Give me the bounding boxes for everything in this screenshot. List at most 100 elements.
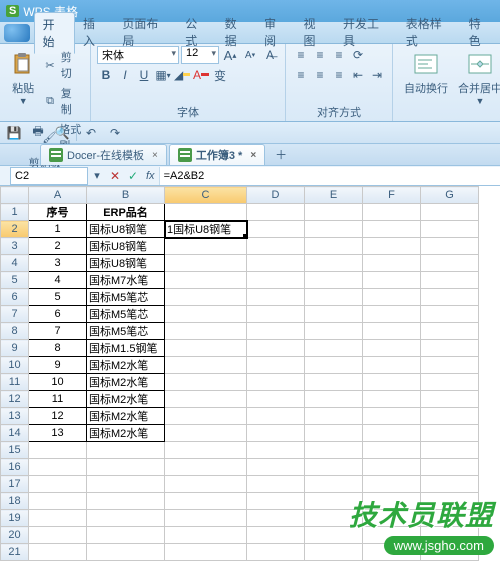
cell[interactable] xyxy=(165,238,247,255)
cell[interactable] xyxy=(165,357,247,374)
bold-button[interactable]: B xyxy=(97,66,115,84)
align-top-button[interactable]: ≡ xyxy=(292,46,310,64)
cell[interactable]: 10 xyxy=(29,374,87,391)
cell[interactable] xyxy=(421,510,479,527)
row-header[interactable]: 7 xyxy=(1,306,29,323)
cell[interactable]: 序号 xyxy=(29,204,87,221)
cell[interactable] xyxy=(363,357,421,374)
cell[interactable] xyxy=(165,459,247,476)
cell[interactable] xyxy=(247,306,305,323)
cell[interactable] xyxy=(363,323,421,340)
cell[interactable]: 11 xyxy=(29,391,87,408)
cell[interactable] xyxy=(87,510,165,527)
column-header-A[interactable]: A xyxy=(29,187,87,204)
cell[interactable] xyxy=(305,527,363,544)
cell[interactable] xyxy=(421,306,479,323)
cell[interactable] xyxy=(363,476,421,493)
cell[interactable] xyxy=(247,459,305,476)
cell[interactable] xyxy=(247,476,305,493)
underline-button[interactable]: U xyxy=(135,66,153,84)
align-right-button[interactable]: ≡ xyxy=(330,66,348,84)
cell[interactable] xyxy=(363,374,421,391)
cell[interactable] xyxy=(305,476,363,493)
cell[interactable] xyxy=(87,527,165,544)
cell[interactable] xyxy=(363,493,421,510)
cell[interactable] xyxy=(305,493,363,510)
cell[interactable] xyxy=(363,255,421,272)
cell[interactable] xyxy=(247,408,305,425)
row-header[interactable]: 21 xyxy=(1,544,29,561)
cell[interactable] xyxy=(87,459,165,476)
cell[interactable] xyxy=(421,221,479,238)
column-header-C[interactable]: C xyxy=(165,187,247,204)
row-header[interactable]: 5 xyxy=(1,272,29,289)
cell[interactable] xyxy=(363,289,421,306)
border-button[interactable]: ▦▾ xyxy=(154,66,172,84)
cell[interactable] xyxy=(421,255,479,272)
cell[interactable] xyxy=(29,459,87,476)
cell[interactable]: 国标M5笔芯 xyxy=(87,289,165,306)
cut-button[interactable]: ✂剪切 xyxy=(40,48,84,82)
cell[interactable] xyxy=(29,476,87,493)
row-header[interactable]: 18 xyxy=(1,493,29,510)
close-icon[interactable]: × xyxy=(250,150,256,161)
cell[interactable]: 国标M5笔芯 xyxy=(87,306,165,323)
cell[interactable] xyxy=(305,357,363,374)
row-header[interactable]: 17 xyxy=(1,476,29,493)
cell[interactable] xyxy=(363,544,421,561)
cell[interactable] xyxy=(421,544,479,561)
cell[interactable] xyxy=(165,425,247,442)
cell[interactable]: 国标M1.5钢笔 xyxy=(87,340,165,357)
cell[interactable] xyxy=(421,374,479,391)
row-header[interactable]: 1 xyxy=(1,204,29,221)
cell[interactable] xyxy=(363,391,421,408)
cell[interactable] xyxy=(247,374,305,391)
cell[interactable] xyxy=(305,459,363,476)
cell[interactable] xyxy=(305,204,363,221)
wrap-text-button[interactable]: 自动换行 xyxy=(399,46,453,106)
save-button[interactable]: 💾 xyxy=(4,124,24,142)
cell[interactable] xyxy=(165,255,247,272)
cell[interactable]: 6 xyxy=(29,306,87,323)
close-icon[interactable]: × xyxy=(152,150,158,161)
cell[interactable] xyxy=(363,238,421,255)
increase-indent-button[interactable]: ⇥ xyxy=(368,66,386,84)
cell[interactable] xyxy=(247,255,305,272)
cell[interactable] xyxy=(29,510,87,527)
cell[interactable] xyxy=(165,544,247,561)
cell[interactable] xyxy=(87,476,165,493)
cell[interactable] xyxy=(247,391,305,408)
cell[interactable] xyxy=(421,442,479,459)
cell[interactable] xyxy=(305,221,363,238)
column-header-F[interactable]: F xyxy=(363,187,421,204)
cell[interactable]: 国标U8钢笔 xyxy=(87,255,165,272)
cell[interactable]: 国标M2水笔 xyxy=(87,374,165,391)
cell[interactable] xyxy=(421,408,479,425)
orientation-button[interactable]: ⟳ xyxy=(349,46,367,64)
cell[interactable] xyxy=(305,374,363,391)
cell[interactable] xyxy=(247,221,305,238)
copy-button[interactable]: ⧉复制 xyxy=(40,84,84,118)
font-name-select[interactable]: 宋体 xyxy=(97,46,179,64)
cell[interactable] xyxy=(247,289,305,306)
cell[interactable] xyxy=(421,425,479,442)
column-header-E[interactable]: E xyxy=(305,187,363,204)
cell[interactable]: 1 xyxy=(29,221,87,238)
cell[interactable] xyxy=(305,408,363,425)
fill-color-button[interactable]: ◢ xyxy=(173,66,191,84)
cell[interactable] xyxy=(421,340,479,357)
cell[interactable] xyxy=(421,391,479,408)
cell[interactable]: 4 xyxy=(29,272,87,289)
cell[interactable]: 国标M5笔芯 xyxy=(87,323,165,340)
phonetic-button[interactable]: 变 xyxy=(211,66,229,84)
cell[interactable]: 国标M2水笔 xyxy=(87,357,165,374)
cell[interactable] xyxy=(165,527,247,544)
row-header[interactable]: 9 xyxy=(1,340,29,357)
cell[interactable] xyxy=(305,544,363,561)
enter-formula-button[interactable]: ✓ xyxy=(124,167,142,185)
undo-button[interactable]: ↶ xyxy=(81,124,101,142)
wps-menu-button[interactable] xyxy=(4,24,30,42)
cell[interactable] xyxy=(29,493,87,510)
cell[interactable] xyxy=(165,289,247,306)
cell[interactable] xyxy=(247,493,305,510)
